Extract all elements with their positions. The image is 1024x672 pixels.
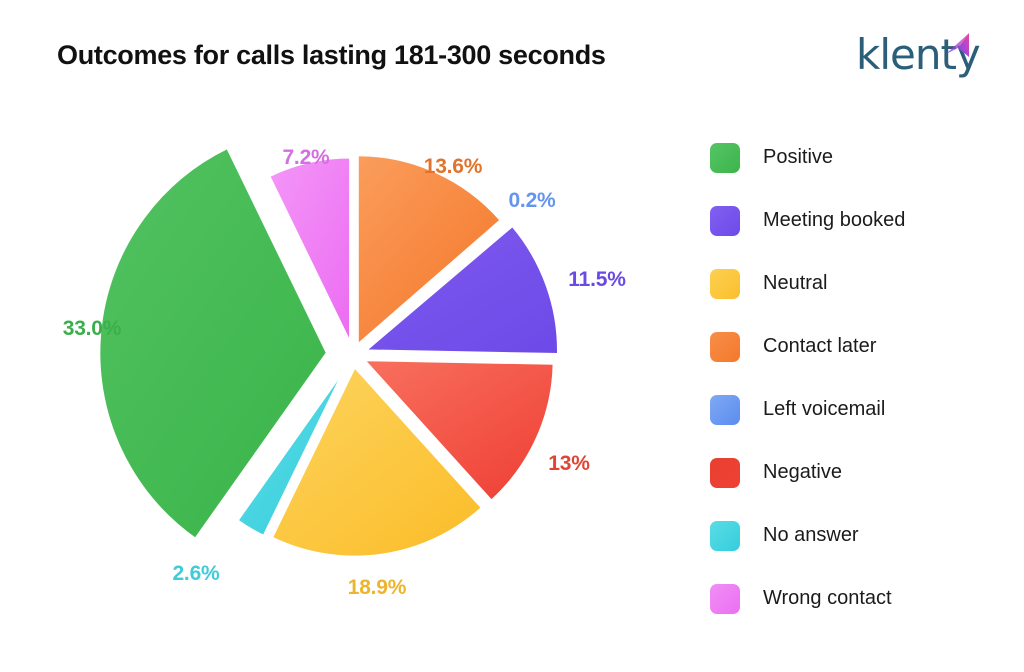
pie-slice-label: 11.5% (568, 268, 626, 291)
legend-swatch (710, 394, 740, 425)
pie-slice-label: 13% (548, 452, 590, 475)
legend-item[interactable]: Meeting booked (710, 189, 1010, 252)
klenty-logo: klenty (856, 28, 981, 88)
pie-chart-svg: 13.6% 0.2% 11.5% 13% 18.9% 2.6% 33.0% 7.2% (63, 146, 627, 599)
legend-swatch (710, 457, 740, 488)
chart-page: Outcomes for calls lasting 181-300 secon… (0, 0, 1024, 672)
legend-item[interactable]: Wrong contact (710, 567, 1010, 630)
legend-item[interactable]: Neutral (710, 252, 1010, 315)
pie-slice-group (97, 146, 560, 559)
legend-label: No answer (763, 524, 859, 546)
pie-chart: 13.6% 0.2% 11.5% 13% 18.9% 2.6% 33.0% 7.2% (0, 96, 690, 656)
paper-plane-arrow-icon (946, 33, 969, 57)
legend-item[interactable]: No answer (710, 504, 1010, 567)
legend-swatch (710, 520, 740, 551)
pie-slice-label: 33.0% (63, 317, 122, 340)
legend-swatch (710, 205, 740, 236)
legend-item[interactable]: Contact later (710, 315, 1010, 378)
legend-item[interactable]: Positive (710, 126, 1010, 189)
legend-label: Negative (763, 461, 842, 483)
chart-legend: Positive Meeting booked Neutral Contact lat… (710, 126, 1010, 630)
pie-slice-label: 7.2% (282, 146, 330, 169)
legend-swatch (710, 331, 740, 362)
pie-slice-label: 2.6% (172, 562, 220, 585)
legend-label: Left voicemail (763, 398, 886, 420)
pie-slice-label: 18.9% (348, 576, 407, 599)
legend-label: Neutral (763, 272, 828, 294)
legend-swatch (710, 142, 740, 173)
pie-slice-label: 13.6% (424, 155, 483, 178)
legend-label: Wrong contact (763, 587, 892, 609)
legend-swatch (710, 583, 740, 614)
page-title: Outcomes for calls lasting 181-300 secon… (57, 40, 606, 70)
legend-swatch (710, 268, 740, 299)
legend-label: Meeting booked (763, 209, 906, 231)
pie-slice-label: 0.2% (508, 189, 556, 212)
legend-item[interactable]: Left voicemail (710, 378, 1010, 441)
legend-label: Positive (763, 146, 834, 168)
legend-label: Contact later (763, 335, 877, 357)
legend-item[interactable]: Negative (710, 441, 1010, 504)
